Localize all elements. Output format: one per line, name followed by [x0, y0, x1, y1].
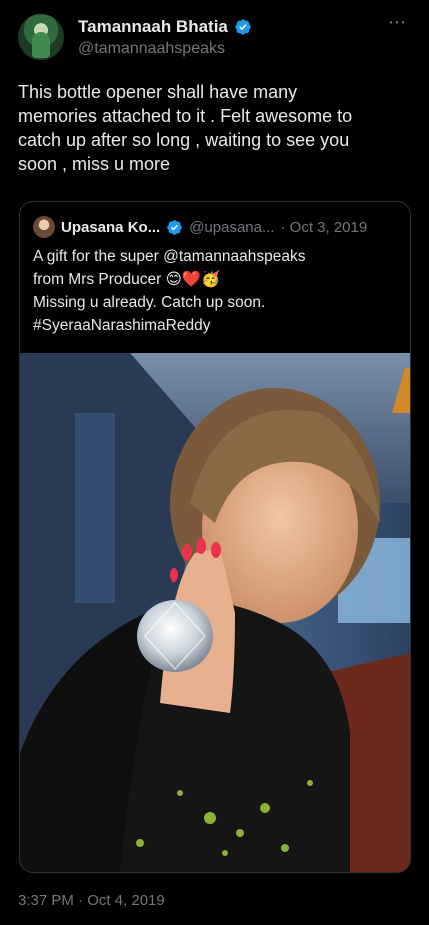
tweet-timestamp[interactable]: 3:37 PM · Oct 4, 2019	[18, 892, 165, 909]
quoted-tweet-header: Upasana Ko... @upasana... · Oct 3, 2019	[33, 216, 367, 238]
quoted-verified-badge-icon	[167, 219, 182, 235]
author-name-row[interactable]: Tamannaah Bhatia	[78, 17, 252, 37]
author-avatar[interactable]	[18, 14, 64, 60]
quoted-tweet-text: A gift for the super @tamannaahspeaks fr…	[33, 248, 306, 334]
author-handle[interactable]: @tamannaahspeaks	[78, 40, 225, 58]
verified-badge-icon	[235, 19, 251, 35]
tweet-header: Tamannaah Bhatia @tamannaahspeaks ⋯	[18, 10, 413, 64]
quoted-tweet[interactable]: Upasana Ko... @upasana... · Oct 3, 2019 …	[19, 201, 411, 873]
quoted-author-name[interactable]: Upasana Ko...	[61, 219, 160, 236]
quoted-tweet-date[interactable]: · Oct 3, 2019	[281, 219, 368, 236]
more-options-icon[interactable]: ⋯	[388, 12, 407, 33]
author-display-name[interactable]: Tamannaah Bhatia	[78, 17, 228, 37]
tweet-text: This bottle opener shall have many memor…	[18, 82, 353, 174]
quoted-tweet-photo[interactable]	[20, 353, 410, 872]
quoted-author-handle[interactable]: @upasana...	[189, 219, 274, 236]
quoted-author-avatar[interactable]	[33, 216, 55, 238]
